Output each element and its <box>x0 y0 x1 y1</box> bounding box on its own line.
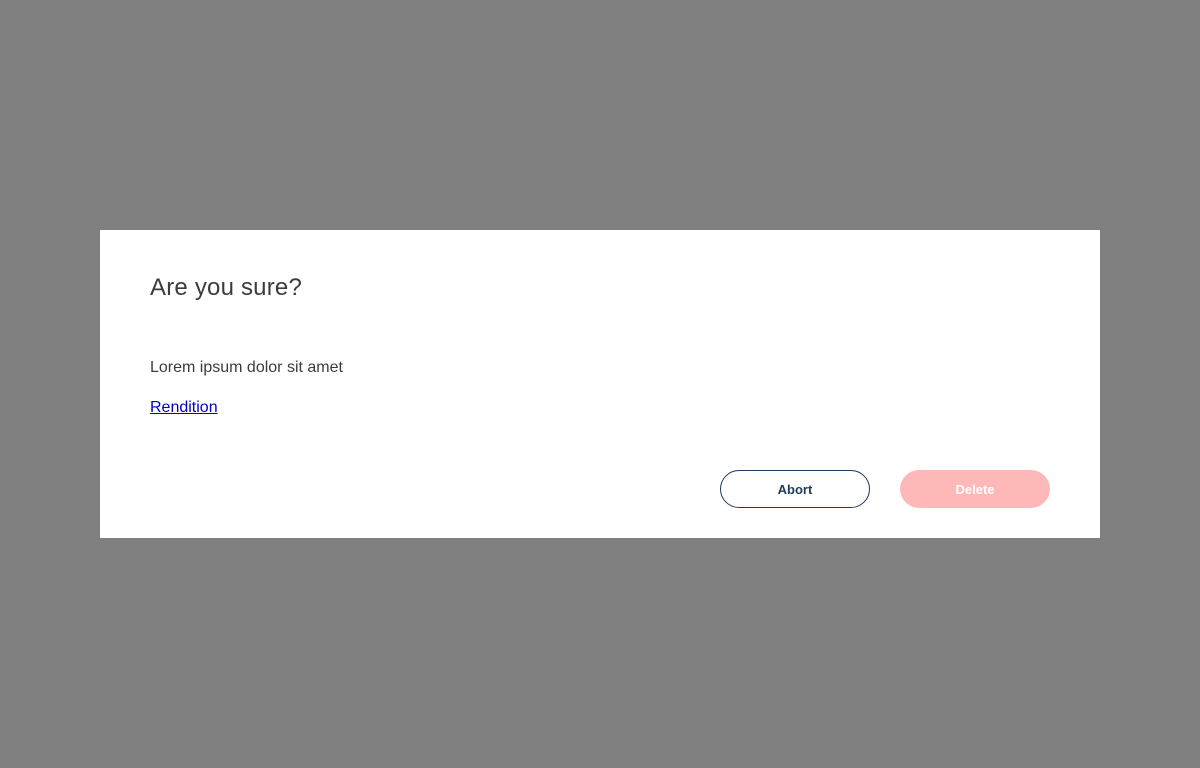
dialog-message: Lorem ipsum dolor sit amet <box>150 359 343 376</box>
abort-button[interactable]: Abort <box>720 470 870 508</box>
confirm-dialog: Are you sure? Lorem ipsum dolor sit amet… <box>100 230 1100 538</box>
rendition-link[interactable]: Rendition <box>150 398 218 418</box>
dialog-title: Are you sure? <box>150 274 303 301</box>
delete-button[interactable]: Delete <box>900 470 1050 508</box>
